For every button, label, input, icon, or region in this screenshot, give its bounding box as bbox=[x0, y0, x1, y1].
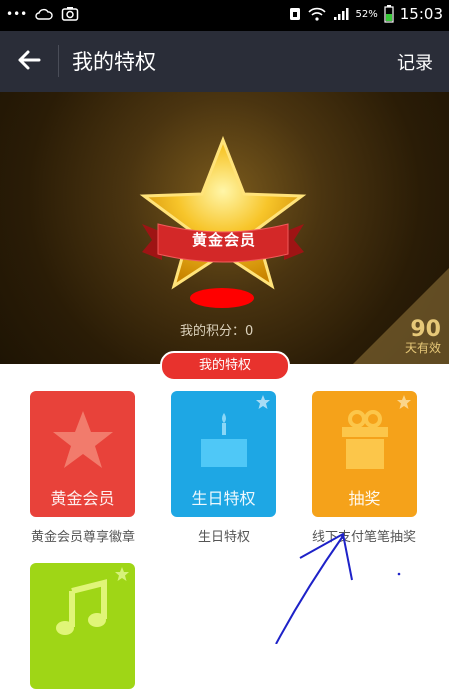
record-button[interactable]: 记录 bbox=[397, 49, 433, 75]
camera-icon bbox=[61, 7, 79, 21]
privilege-tile-lottery[interactable]: 抽奖 bbox=[312, 391, 417, 517]
privilege-caption: 黄金会员尊享徽章 bbox=[30, 530, 135, 545]
music-icon bbox=[56, 579, 107, 635]
redacted-name bbox=[190, 288, 254, 308]
status-bar: ••• 52% 15:03 bbox=[0, 0, 449, 31]
battery-percent: 52% bbox=[355, 8, 378, 20]
cloud-icon bbox=[35, 8, 53, 20]
mini-star-icon bbox=[397, 395, 411, 409]
mini-star-icon bbox=[256, 395, 270, 409]
validity-label: 天有效 bbox=[404, 341, 441, 355]
page-title: 我的特权 bbox=[72, 50, 156, 74]
clock: 15:03 bbox=[399, 5, 443, 23]
more-dots-icon: ••• bbox=[6, 7, 28, 21]
signal-icon bbox=[333, 8, 349, 20]
gold-star-badge-icon bbox=[139, 135, 307, 290]
star-icon bbox=[53, 411, 113, 468]
battery-icon bbox=[384, 5, 394, 23]
tile-label: 抽奖 bbox=[348, 489, 381, 508]
tile-label: 生日特权 bbox=[191, 489, 256, 508]
sim-icon bbox=[289, 8, 300, 20]
privilege-caption: 线下支付笔笔抽奖 bbox=[311, 530, 416, 545]
header-divider bbox=[58, 45, 59, 77]
app-header: 我的特权 记录 bbox=[0, 31, 449, 92]
membership-hero: 黄金会员 我的积分：0 90 天有效 bbox=[0, 92, 449, 364]
back-arrow-icon[interactable] bbox=[12, 43, 46, 77]
badge-label: 黄金会员 bbox=[191, 231, 256, 249]
gift-icon bbox=[342, 410, 388, 469]
tile-label: 黄金会员 bbox=[50, 489, 115, 508]
privilege-tile-gold-member[interactable]: 黄金会员 bbox=[30, 391, 135, 517]
points-text: 我的积分：0 bbox=[180, 324, 254, 339]
section-label: 我的特权 bbox=[160, 351, 290, 381]
privilege-caption: 生日特权 bbox=[197, 530, 250, 545]
cake-icon bbox=[201, 413, 247, 467]
privilege-tile-music[interactable] bbox=[30, 563, 135, 689]
wifi-icon bbox=[307, 7, 326, 21]
mini-star-icon bbox=[115, 567, 129, 581]
privilege-tile-birthday[interactable]: 生日特权 bbox=[171, 391, 276, 517]
